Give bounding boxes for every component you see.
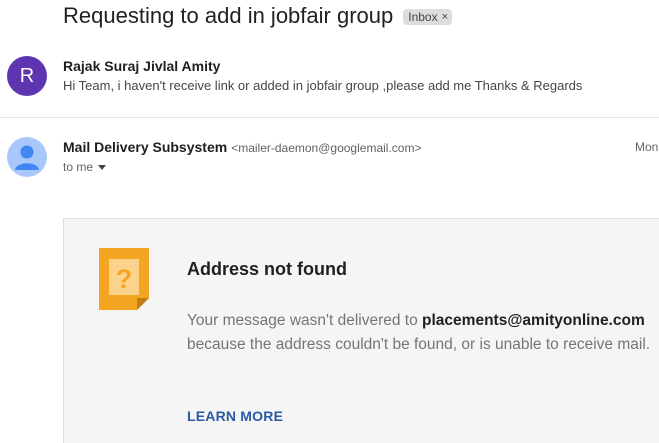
bounce-text-before: Your message wasn't delivered to bbox=[187, 312, 423, 329]
sender-line: Mail Delivery Subsystem <mailer-daemon@g… bbox=[63, 139, 421, 155]
thread-subject: Requesting to add in jobfair group bbox=[63, 3, 394, 28]
sender-email: <mailer-daemon@googlemail.com> bbox=[231, 141, 422, 155]
email-thread-view: Requesting to add in jobfair group Inbox… bbox=[0, 0, 659, 443]
bounce-title: Address not found bbox=[187, 259, 347, 279]
remove-label-icon[interactable]: × bbox=[442, 9, 448, 25]
sender-avatar[interactable]: R bbox=[7, 56, 47, 96]
svg-text:?: ? bbox=[116, 264, 133, 294]
failed-address: placements@amityonline.com bbox=[422, 312, 645, 329]
message-divider bbox=[0, 117, 659, 118]
default-person-icon bbox=[7, 137, 47, 177]
inbox-label-chip[interactable]: Inbox × bbox=[403, 9, 453, 25]
recipient-details-toggle[interactable]: to me bbox=[63, 160, 107, 174]
subject-row: Requesting to add in jobfair group Inbox… bbox=[63, 2, 453, 30]
message-snippet[interactable]: Hi Team, i haven't receive link or added… bbox=[63, 78, 582, 93]
message-date: Mon bbox=[635, 140, 659, 154]
sender-name[interactable]: Mail Delivery Subsystem bbox=[63, 139, 227, 155]
label-chip-text: Inbox bbox=[408, 10, 438, 24]
chevron-down-icon[interactable] bbox=[98, 164, 107, 170]
recipient-label: to me bbox=[63, 160, 94, 174]
learn-more-link[interactable]: LEARN MORE bbox=[187, 408, 283, 424]
bounce-message: Your message wasn't delivered to placeme… bbox=[187, 309, 657, 357]
bounce-notice-card: ? Address not found Your message wasn't … bbox=[63, 218, 659, 443]
bounce-text-after: because the address couldn't be found, o… bbox=[187, 336, 651, 353]
sender-name[interactable]: Rajak Suraj Jivlal Amity bbox=[63, 58, 220, 74]
question-mark-note-icon: ? bbox=[99, 248, 149, 310]
